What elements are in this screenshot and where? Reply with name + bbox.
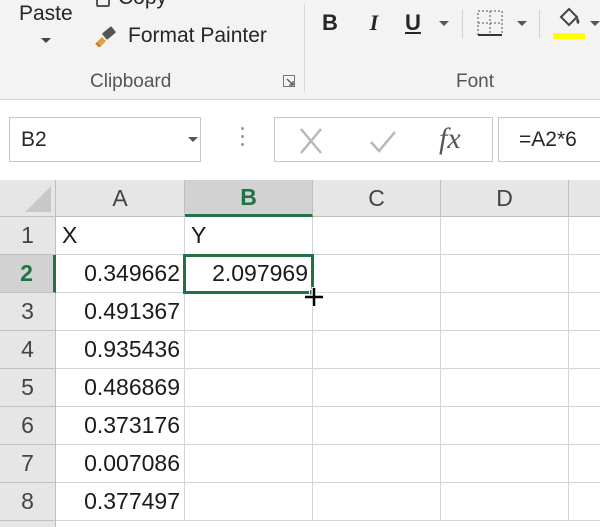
- spreadsheet-grid: A B C D 1 2 3 4 5 6 7 8 X Y 0.349662 2.0…: [0, 180, 600, 527]
- formula-text: =A2*6: [519, 128, 577, 151]
- column-header-d[interactable]: D: [441, 180, 569, 217]
- cell-d3[interactable]: [441, 293, 569, 331]
- cell-e1[interactable]: [569, 217, 600, 255]
- font-group-label: Font: [456, 71, 495, 92]
- cell-a1[interactable]: X: [56, 217, 185, 255]
- cell-d6[interactable]: [441, 407, 569, 445]
- column-header-c[interactable]: C: [313, 180, 441, 217]
- cell-e3[interactable]: [569, 293, 600, 331]
- copy-button[interactable]: Copy: [96, 0, 167, 10]
- cell-a3[interactable]: 0.491367: [56, 293, 185, 331]
- fill-color-dropdown-icon[interactable]: [590, 21, 600, 26]
- cell-e5[interactable]: [569, 369, 600, 407]
- paste-button[interactable]: Paste: [19, 2, 73, 26]
- column-header-b[interactable]: B: [185, 180, 313, 217]
- underline-button[interactable]: U: [401, 8, 425, 38]
- formula-input[interactable]: =A2*6: [498, 117, 600, 162]
- italic-button[interactable]: I: [362, 8, 386, 38]
- borders-icon[interactable]: [476, 8, 504, 38]
- cell-b4[interactable]: [185, 331, 313, 369]
- cell-e8[interactable]: [569, 483, 600, 521]
- cell-d1[interactable]: [441, 217, 569, 255]
- copy-label: Copy: [118, 0, 167, 10]
- copy-icon: [96, 0, 110, 7]
- cell-a2[interactable]: 0.349662: [56, 255, 185, 293]
- dialog-launcher-icon[interactable]: [283, 75, 295, 87]
- cell-e6[interactable]: [569, 407, 600, 445]
- name-box-value: B2: [21, 128, 47, 151]
- crosshair-cursor-icon: [304, 287, 324, 307]
- cell-c5[interactable]: [313, 369, 441, 407]
- row-header-6[interactable]: 6: [0, 407, 56, 445]
- ribbon-group-divider: [304, 4, 305, 92]
- cell-d4[interactable]: [441, 331, 569, 369]
- cell-c3[interactable]: [313, 293, 441, 331]
- cell-d2[interactable]: [441, 255, 569, 293]
- name-box[interactable]: B2: [9, 117, 201, 162]
- column-header-e[interactable]: [569, 180, 600, 217]
- row-header-8[interactable]: 8: [0, 483, 56, 521]
- cell-d8[interactable]: [441, 483, 569, 521]
- cell-e4[interactable]: [569, 331, 600, 369]
- fill-color-icon[interactable]: [553, 4, 585, 32]
- cell-e7[interactable]: [569, 445, 600, 483]
- bold-button[interactable]: B: [318, 8, 342, 38]
- name-box-dropdown-icon[interactable]: [188, 137, 198, 142]
- cell-c2[interactable]: [313, 255, 441, 293]
- row-header-9[interactable]: [0, 521, 56, 527]
- paintbrush-icon: [95, 26, 116, 47]
- select-all-icon: [25, 186, 51, 212]
- formula-buttons: fx: [274, 117, 493, 162]
- cell-c1[interactable]: [313, 217, 441, 255]
- format-painter-button[interactable]: Format Painter: [94, 24, 267, 48]
- ribbon-divider: [462, 10, 463, 38]
- paste-dropdown-icon[interactable]: [41, 38, 51, 43]
- cell-d7[interactable]: [441, 445, 569, 483]
- cell-b5[interactable]: [185, 369, 313, 407]
- cell-a5[interactable]: 0.486869: [56, 369, 185, 407]
- cell-b7[interactable]: [185, 445, 313, 483]
- borders-dropdown-icon[interactable]: [517, 21, 527, 26]
- row-header-2[interactable]: 2: [0, 255, 56, 293]
- cell-b1[interactable]: Y: [185, 217, 313, 255]
- formula-bar-resize-handle[interactable]: [241, 127, 245, 149]
- fill-color-swatch: [553, 33, 585, 39]
- cell-b3[interactable]: [185, 293, 313, 331]
- cell-a4[interactable]: 0.935436: [56, 331, 185, 369]
- ribbon-divider: [539, 10, 540, 38]
- cell-a7[interactable]: 0.007086: [56, 445, 185, 483]
- cell-a6[interactable]: 0.373176: [56, 407, 185, 445]
- insert-function-button[interactable]: fx: [439, 122, 461, 156]
- row-header-5[interactable]: 5: [0, 369, 56, 407]
- cell-c6[interactable]: [313, 407, 441, 445]
- cell-b8[interactable]: [185, 483, 313, 521]
- cell-b6[interactable]: [185, 407, 313, 445]
- row-header-4[interactable]: 4: [0, 331, 56, 369]
- format-painter-label: Format Painter: [128, 24, 267, 47]
- underline-dropdown-icon[interactable]: [439, 21, 449, 26]
- cell-c4[interactable]: [313, 331, 441, 369]
- cell-d5[interactable]: [441, 369, 569, 407]
- row-header-1[interactable]: 1: [0, 217, 56, 255]
- row-header-7[interactable]: 7: [0, 445, 56, 483]
- selected-cell-border: [183, 254, 314, 294]
- cancel-icon[interactable]: [293, 126, 329, 156]
- cell-c7[interactable]: [313, 445, 441, 483]
- enter-checkmark-icon[interactable]: [365, 126, 401, 156]
- select-all-button[interactable]: [0, 180, 56, 217]
- ribbon: Paste Copy Format Painter Clipboard B I …: [0, 0, 600, 100]
- column-header-a[interactable]: A: [56, 180, 185, 217]
- clipboard-group-label: Clipboard: [90, 71, 172, 92]
- cell-e2[interactable]: [569, 255, 600, 293]
- cell-c8[interactable]: [313, 483, 441, 521]
- row-header-3[interactable]: 3: [0, 293, 56, 331]
- cell-a8[interactable]: 0.377497: [56, 483, 185, 521]
